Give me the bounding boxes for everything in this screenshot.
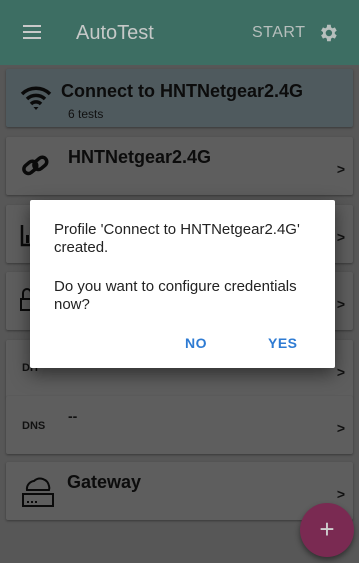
no-button[interactable]: NO: [185, 335, 207, 351]
profile-created-dialog: Profile 'Connect to HNTNetgear2.4G' crea…: [30, 200, 335, 368]
yes-button[interactable]: YES: [268, 335, 298, 351]
dialog-message-created: Profile 'Connect to HNTNetgear2.4G' crea…: [54, 221, 300, 256]
autotest-screen: AutoTest START Connect to HNTNetgear2.4G…: [0, 0, 359, 563]
dialog-message-question: Do you want to configure credentials now…: [54, 278, 297, 313]
add-fab-button[interactable]: +: [300, 503, 354, 557]
